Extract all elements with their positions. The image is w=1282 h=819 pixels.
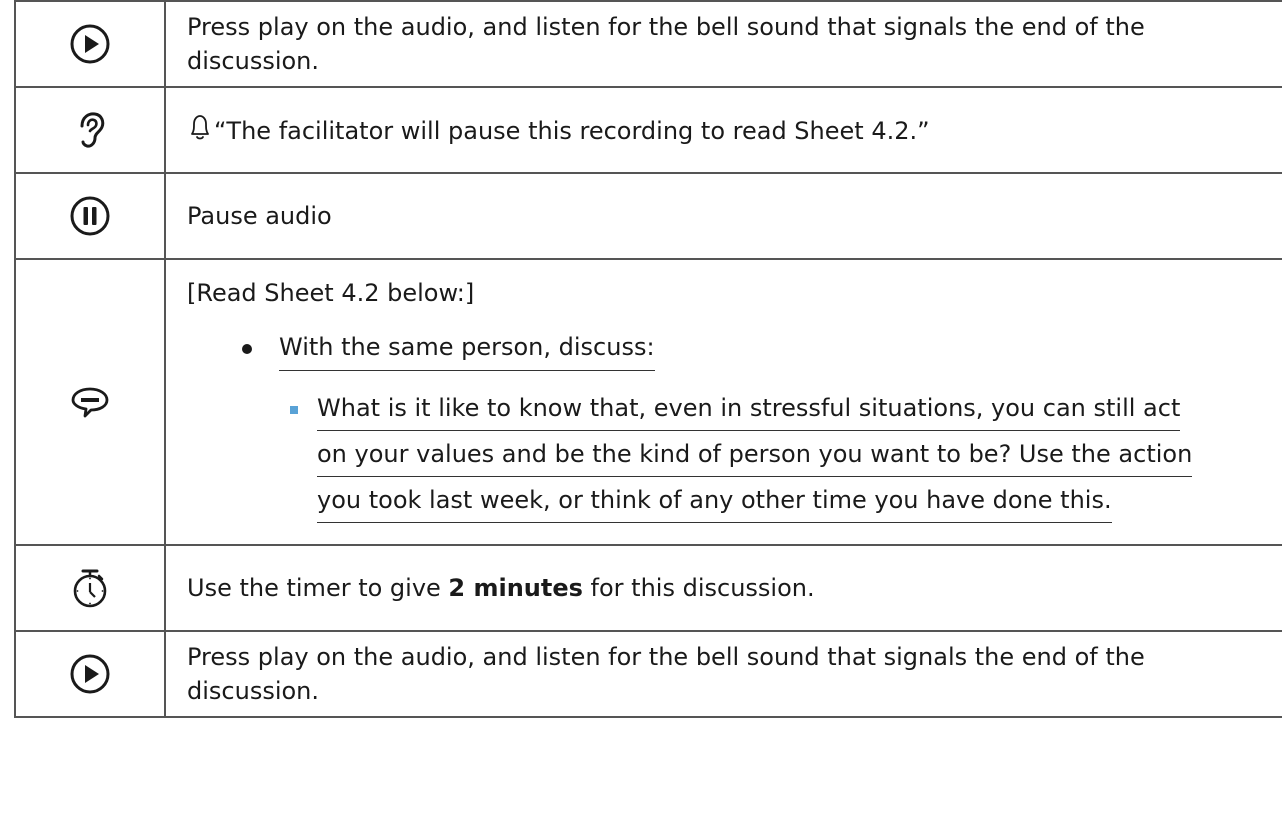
list-item: With the same person, discuss:	[242, 330, 1267, 371]
icon-cell	[14, 544, 166, 632]
icon-cell	[14, 172, 166, 260]
bullet-dot	[242, 343, 252, 354]
sheet-instructions: [Read Sheet 4.2 below:] With the same pe…	[164, 258, 1282, 546]
quote-text: “The facilitator will pause this recordi…	[214, 117, 930, 145]
play-icon	[68, 22, 112, 66]
bell-icon	[187, 112, 213, 142]
table-row: Press play on the audio, and listen for …	[14, 630, 1282, 718]
sub-line: you took last week, or think of any othe…	[317, 483, 1112, 523]
timer-icon	[68, 566, 112, 610]
intro-text: [Read Sheet 4.2 below:]	[187, 278, 475, 307]
timer-text-after: for this discussion.	[582, 574, 815, 602]
sub-bullet-square	[290, 405, 298, 414]
row-text: Press play on the audio, and listen for …	[164, 0, 1282, 88]
row-text: Use the timer to give 2 minutes for this…	[164, 544, 1282, 632]
row-text: “The facilitator will pause this recordi…	[164, 86, 1282, 174]
icon-cell	[14, 258, 166, 546]
instruction-table: Press play on the audio, and listen for …	[14, 0, 1282, 718]
ear-icon	[68, 108, 112, 152]
icon-cell	[14, 86, 166, 174]
sub-line: on your values and be the kind of person…	[317, 437, 1193, 477]
sub-line: What is it like to know that, even in st…	[317, 391, 1181, 431]
timer-text-before: Use the timer to give	[187, 574, 449, 602]
table-row: Pause audio	[14, 172, 1282, 260]
icon-cell	[14, 0, 166, 88]
table-row: Use the timer to give 2 minutes for this…	[14, 544, 1282, 632]
bullet-text: With the same person, discuss:	[279, 330, 655, 371]
row-text: Pause audio	[164, 172, 1282, 260]
play-icon	[68, 652, 112, 696]
table-row: [Read Sheet 4.2 below:] With the same pe…	[14, 258, 1282, 546]
pause-icon	[68, 194, 112, 238]
table-row: “The facilitator will pause this recordi…	[14, 86, 1282, 174]
table-row: Press play on the audio, and listen for …	[14, 0, 1282, 88]
sub-list-item: What is it like to know that, even in st…	[290, 391, 1267, 529]
speech-bubble-icon	[68, 380, 112, 424]
icon-cell	[14, 630, 166, 718]
timer-duration: 2 minutes	[448, 574, 583, 602]
row-text: Press play on the audio, and listen for …	[164, 630, 1282, 718]
sub-bullet-text: What is it like to know that, even in st…	[317, 391, 1193, 529]
